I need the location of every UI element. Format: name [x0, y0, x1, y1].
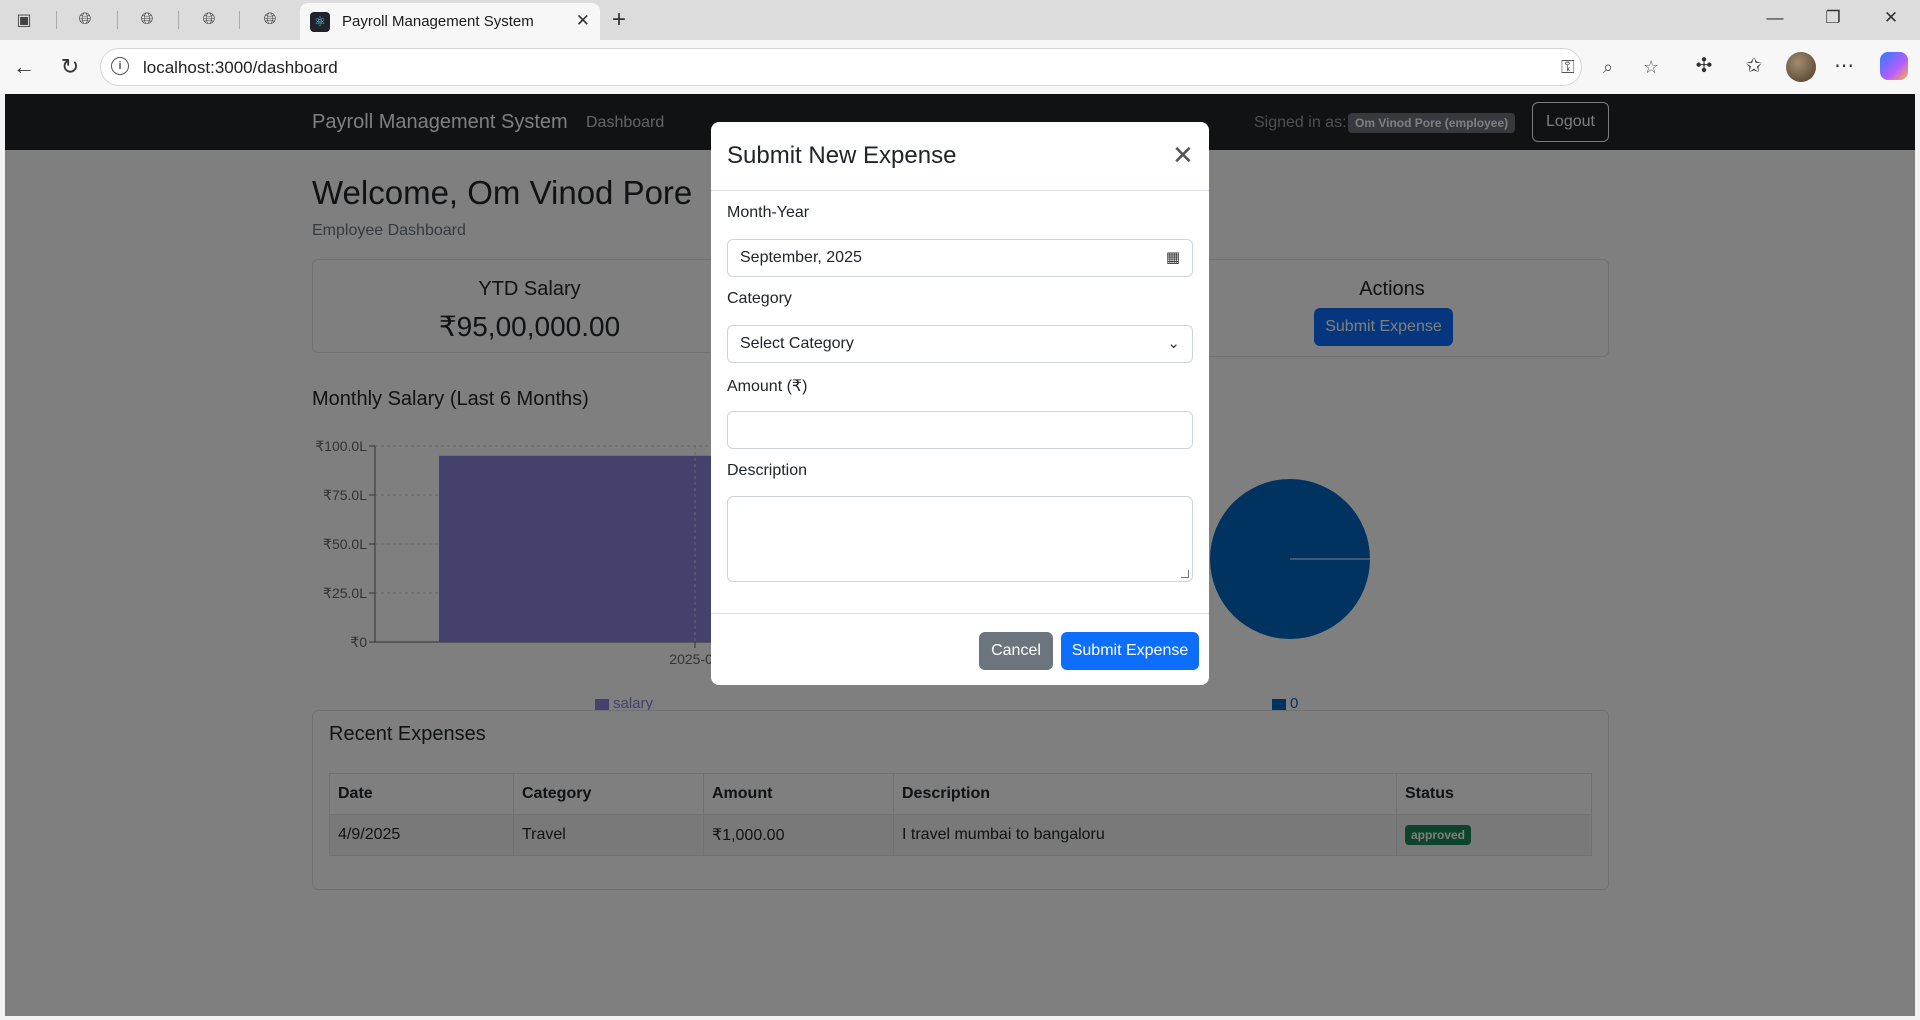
- zoom-icon[interactable]: ⌕: [1603, 57, 1613, 78]
- cancel-button[interactable]: Cancel: [979, 632, 1053, 670]
- globe-tab-icon[interactable]: 🌐︎: [258, 8, 282, 32]
- month-year-value: September, 2025: [740, 249, 862, 266]
- category-select[interactable]: Select Category ⌄: [727, 325, 1193, 363]
- tab-separator: [239, 11, 240, 29]
- react-favicon-icon: ⚛: [310, 12, 330, 32]
- submit-expense-modal-button[interactable]: Submit Expense: [1061, 632, 1199, 670]
- tab-separator: [56, 11, 57, 29]
- globe-tab-icon[interactable]: 🌐︎: [197, 8, 221, 32]
- site-info-icon[interactable]: i: [111, 57, 129, 75]
- amount-label: Amount (₹): [727, 378, 808, 395]
- key-icon[interactable]: ⚿: [1561, 57, 1575, 78]
- page-viewport: Payroll Management System Dashboard Sign…: [5, 94, 1915, 1016]
- month-year-label: Month-Year: [727, 204, 810, 221]
- restore-icon[interactable]: ❐: [1818, 8, 1848, 28]
- globe-tab-icon[interactable]: 🌐︎: [135, 8, 159, 32]
- calendar-icon[interactable]: ▦: [1166, 240, 1180, 276]
- more-menu-icon[interactable]: ⋯: [1830, 53, 1858, 78]
- refresh-icon[interactable]: ↻: [56, 54, 84, 80]
- amount-input[interactable]: [727, 411, 1193, 449]
- browser-tab-bar: ▣ 🌐︎ 🌐︎ 🌐︎ 🌐︎ ⚛ Payroll Management Syste…: [0, 0, 1920, 40]
- chevron-down-icon: ⌄: [1167, 335, 1180, 352]
- minimize-icon[interactable]: —: [1760, 8, 1790, 28]
- month-year-input[interactable]: September, 2025 ▦: [727, 239, 1193, 277]
- modal-title: Submit New Expense: [727, 142, 957, 169]
- category-selected-value: Select Category: [740, 335, 854, 352]
- tab-separator: [117, 11, 118, 29]
- modal-footer-divider: [711, 613, 1209, 614]
- address-bar[interactable]: i localhost:3000/dashboard ⚿ ⌕ ☆: [100, 48, 1659, 86]
- description-textarea[interactable]: [727, 496, 1193, 582]
- tab-title: Payroll Management System: [342, 13, 534, 30]
- back-icon[interactable]: ←: [10, 54, 38, 80]
- modal-header-divider: [711, 190, 1209, 191]
- tab-close-icon[interactable]: ✕: [576, 11, 590, 31]
- resize-handle-icon[interactable]: [1181, 570, 1189, 578]
- url-text[interactable]: localhost:3000/dashboard: [143, 58, 338, 78]
- favorite-star-icon[interactable]: ☆: [1643, 57, 1659, 78]
- copilot-icon[interactable]: [1880, 52, 1908, 80]
- globe-tab-icon[interactable]: 🌐︎: [73, 8, 97, 32]
- extensions-icon[interactable]: ✣: [1690, 53, 1718, 78]
- active-tab[interactable]: ⚛ Payroll Management System ✕: [300, 3, 600, 40]
- tab-separator: [178, 11, 179, 29]
- description-label: Description: [727, 462, 808, 479]
- address-bar-row: ← ↻ i localhost:3000/dashboard ⚿ ⌕ ☆ ✣ ✩…: [0, 40, 1920, 94]
- profile-avatar[interactable]: [1786, 52, 1816, 82]
- modal-close-icon[interactable]: ✕: [1172, 140, 1194, 171]
- window-close-icon[interactable]: ✕: [1876, 8, 1906, 28]
- sidebar-toggle-icon[interactable]: ▣: [12, 8, 36, 32]
- new-tab-icon[interactable]: +: [612, 6, 626, 34]
- favorites-icon[interactable]: ✩: [1740, 53, 1768, 78]
- category-label: Category: [727, 290, 792, 307]
- submit-expense-modal: Submit New Expense ✕ Month-Year Septembe…: [711, 122, 1209, 685]
